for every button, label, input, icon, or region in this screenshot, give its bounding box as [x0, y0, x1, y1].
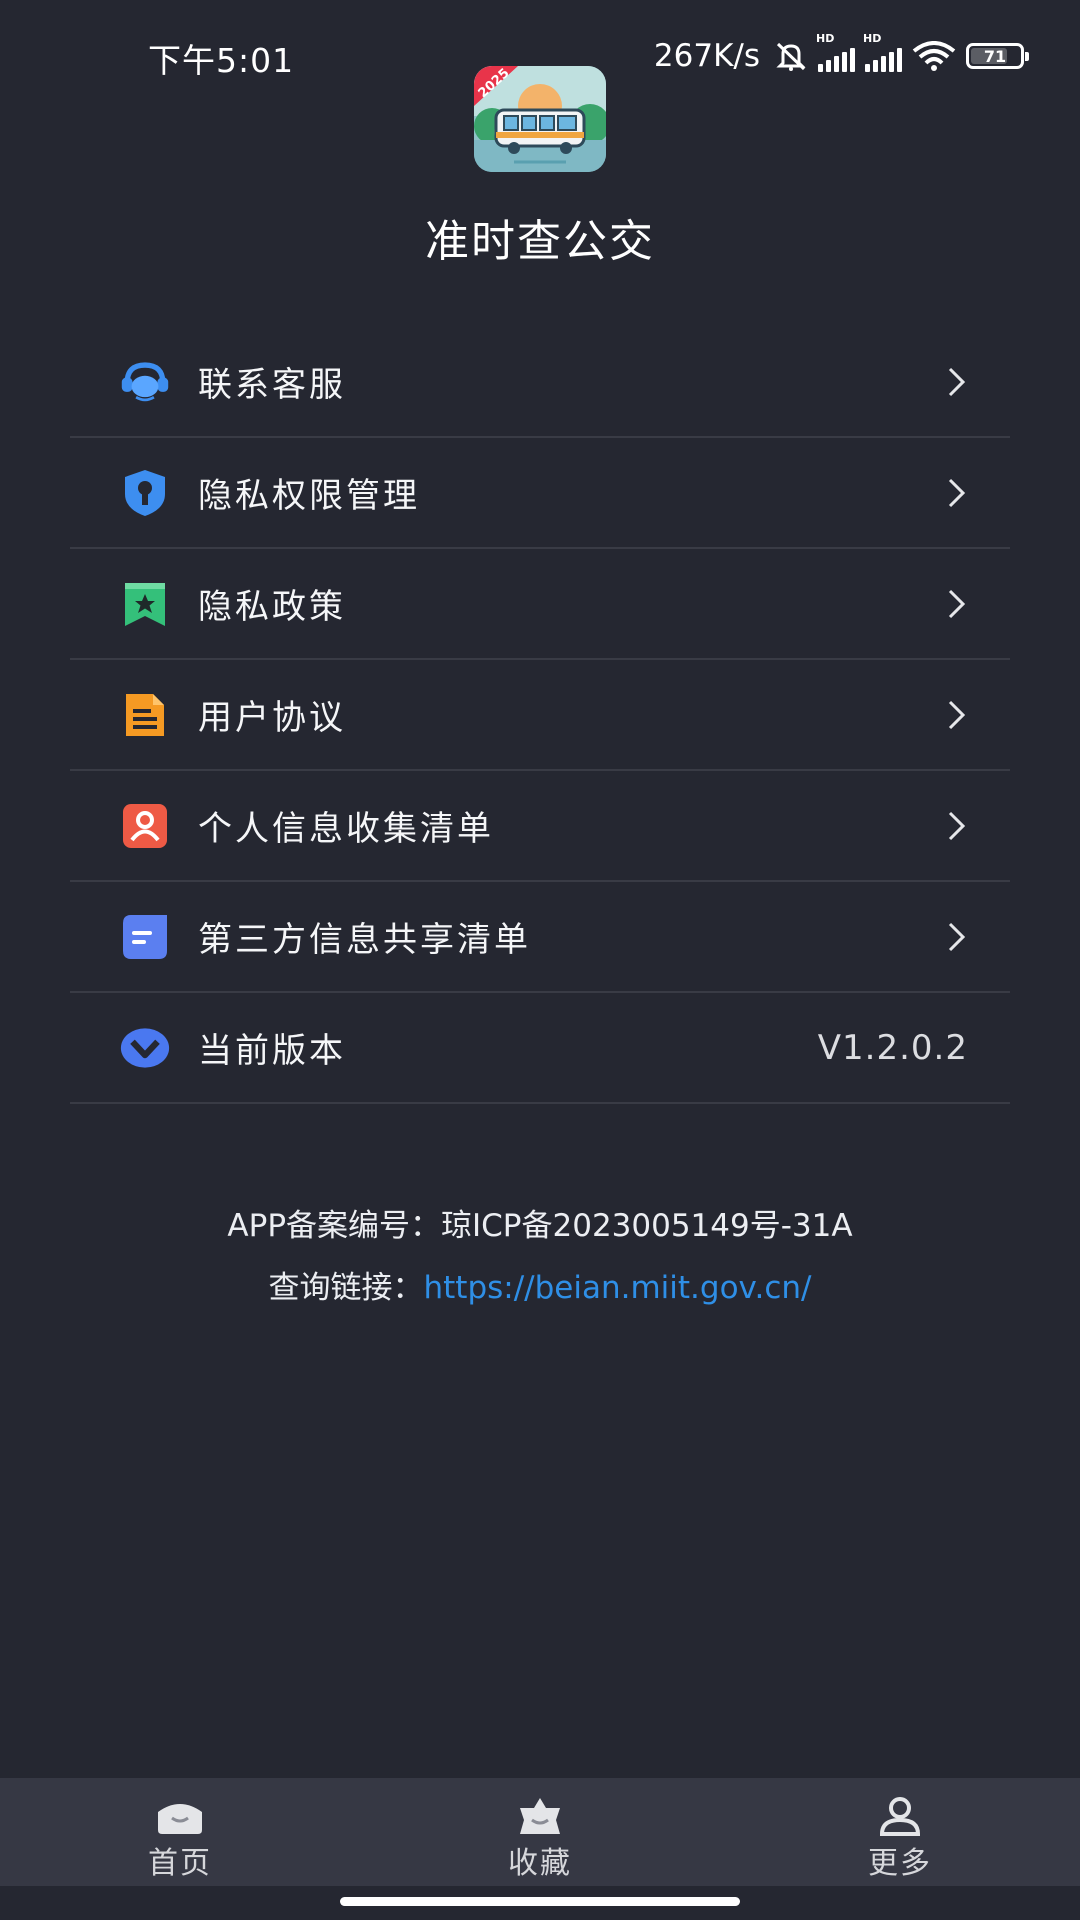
menu-item-current-version: 当前版本 V1.2.0.2 — [70, 993, 1010, 1104]
user-icon — [879, 1797, 921, 1836]
settings-menu: 联系客服 隐私权限管理 隐私政策 用户协议 个人信息收集清单 第三方信息共享清单… — [70, 327, 1010, 1104]
menu-item-label: 第三方信息共享清单 — [198, 920, 531, 960]
tab-more[interactable]: 更多 — [800, 1778, 1000, 1886]
menu-item-label: 用户协议 — [198, 698, 346, 738]
chevron-right-icon — [948, 811, 966, 840]
headset-icon — [120, 357, 170, 407]
signal-hd-icon: HD — [816, 32, 855, 72]
favorites-icon — [520, 1798, 560, 1834]
home-indicator[interactable] — [340, 1897, 740, 1906]
app-title: 准时查公交 — [425, 216, 655, 267]
tab-label: 收藏 — [508, 1846, 572, 1881]
bottom-tab-bar: 首页 收藏 更多 — [0, 1778, 1080, 1886]
network-speed: 267K/s — [653, 38, 760, 74]
menu-item-privacy-policy[interactable]: 隐私政策 — [70, 549, 1010, 660]
tab-home[interactable]: 首页 — [80, 1778, 280, 1886]
chevron-right-icon — [948, 589, 966, 618]
document-icon — [120, 690, 170, 740]
battery-icon: 71 — [966, 43, 1029, 69]
status-icons: 267K/s HD HD 71 — [653, 32, 1029, 78]
person-icon — [120, 801, 170, 851]
signal-hd-icon: HD — [863, 32, 902, 72]
status-time: 下午5:01 — [148, 41, 295, 80]
bookmark-star-icon — [120, 579, 170, 629]
menu-item-label: 个人信息收集清单 — [198, 809, 494, 849]
home-icon — [158, 1804, 202, 1834]
chevron-right-icon — [948, 478, 966, 507]
version-icon — [120, 1023, 170, 1073]
icp-record: APP备案编号：琼ICP备2023005149号-31A — [227, 1208, 853, 1244]
chevron-right-icon — [948, 367, 966, 396]
shield-key-icon — [120, 468, 170, 518]
icp-query-link[interactable]: https://beian.miit.gov.cn/ — [424, 1270, 812, 1306]
icp-query-label: 查询链接： — [268, 1270, 424, 1306]
menu-item-label: 隐私权限管理 — [198, 476, 420, 516]
list-icon — [120, 912, 170, 962]
tab-favorites[interactable]: 收藏 — [440, 1778, 640, 1886]
menu-item-privacy-permissions[interactable]: 隐私权限管理 — [70, 438, 1010, 549]
menu-item-label: 隐私政策 — [198, 587, 346, 627]
app-logo: 2025 — [474, 66, 606, 172]
chevron-right-icon — [948, 922, 966, 951]
battery-level: 71 — [983, 46, 1007, 66]
menu-item-label: 联系客服 — [198, 365, 346, 405]
wifi-icon — [912, 41, 956, 71]
menu-item-label: 当前版本 — [198, 1031, 346, 1071]
tab-label: 更多 — [868, 1846, 932, 1881]
menu-item-personal-info-list[interactable]: 个人信息收集清单 — [70, 771, 1010, 882]
menu-item-user-agreement[interactable]: 用户协议 — [70, 660, 1010, 771]
chevron-right-icon — [948, 700, 966, 729]
tab-label: 首页 — [148, 1846, 212, 1881]
menu-item-third-party-sharing-list[interactable]: 第三方信息共享清单 — [70, 882, 1010, 993]
mute-icon — [776, 42, 806, 71]
version-value: V1.2.0.2 — [817, 1027, 968, 1068]
icp-query: 查询链接：https://beian.miit.gov.cn/ — [0, 1262, 1080, 1307]
menu-item-customer-service[interactable]: 联系客服 — [70, 327, 1010, 438]
